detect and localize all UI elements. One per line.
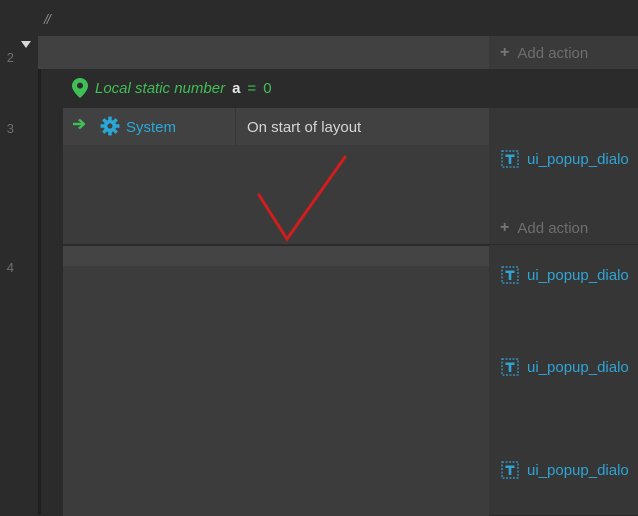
action-label: ui_popup_dialo (527, 461, 629, 479)
comment-marker: // (44, 11, 51, 27)
event-indent-line (59, 108, 62, 515)
event-4-condition-row[interactable] (63, 246, 489, 266)
action-label: ui_popup_dialo (527, 358, 629, 376)
action-label: ui_popup_dialo (527, 266, 629, 284)
line-number-3: 3 (6, 121, 14, 136)
text-object-icon (501, 150, 519, 168)
add-action-label: Add action (517, 219, 589, 237)
condition-object-system[interactable]: System (126, 119, 176, 136)
triangle-down-icon[interactable] (21, 41, 31, 48)
arrow-right-icon (73, 118, 86, 130)
add-action-button-event3[interactable]: + Add action (500, 219, 588, 237)
local-variable-label: Local static number (95, 79, 226, 97)
action-item[interactable]: ui_popup_dialo (501, 266, 629, 284)
plus-icon: + (500, 44, 510, 61)
map-pin-icon (72, 78, 88, 98)
local-variable-equals: = (247, 79, 257, 97)
action-item[interactable]: ui_popup_dialo (501, 461, 629, 479)
gear-icon (100, 116, 120, 136)
line-number-4: 4 (6, 260, 14, 275)
event-4-block[interactable] (63, 245, 489, 516)
local-variable-value: 0 (263, 79, 272, 97)
condition-text[interactable]: On start of layout (247, 119, 361, 136)
action-item[interactable]: ui_popup_dialo (501, 150, 629, 168)
red-checkmark (257, 155, 347, 242)
action-label: ui_popup_dialo (527, 150, 629, 168)
add-action-label: Add action (517, 44, 589, 62)
add-action-button-group[interactable]: + Add action (500, 44, 588, 62)
condition-separator (235, 108, 236, 145)
action-item[interactable]: ui_popup_dialo (501, 358, 629, 376)
local-variable[interactable]: Local static number a = 0 (72, 78, 272, 98)
text-object-icon (501, 461, 519, 479)
line-gutter (0, 0, 38, 515)
plus-icon: + (500, 219, 510, 236)
line-number-2: 2 (6, 50, 14, 65)
text-object-icon (501, 358, 519, 376)
text-object-icon (501, 266, 519, 284)
group-indent-line (38, 69, 41, 515)
local-variable-name: a (232, 79, 241, 97)
